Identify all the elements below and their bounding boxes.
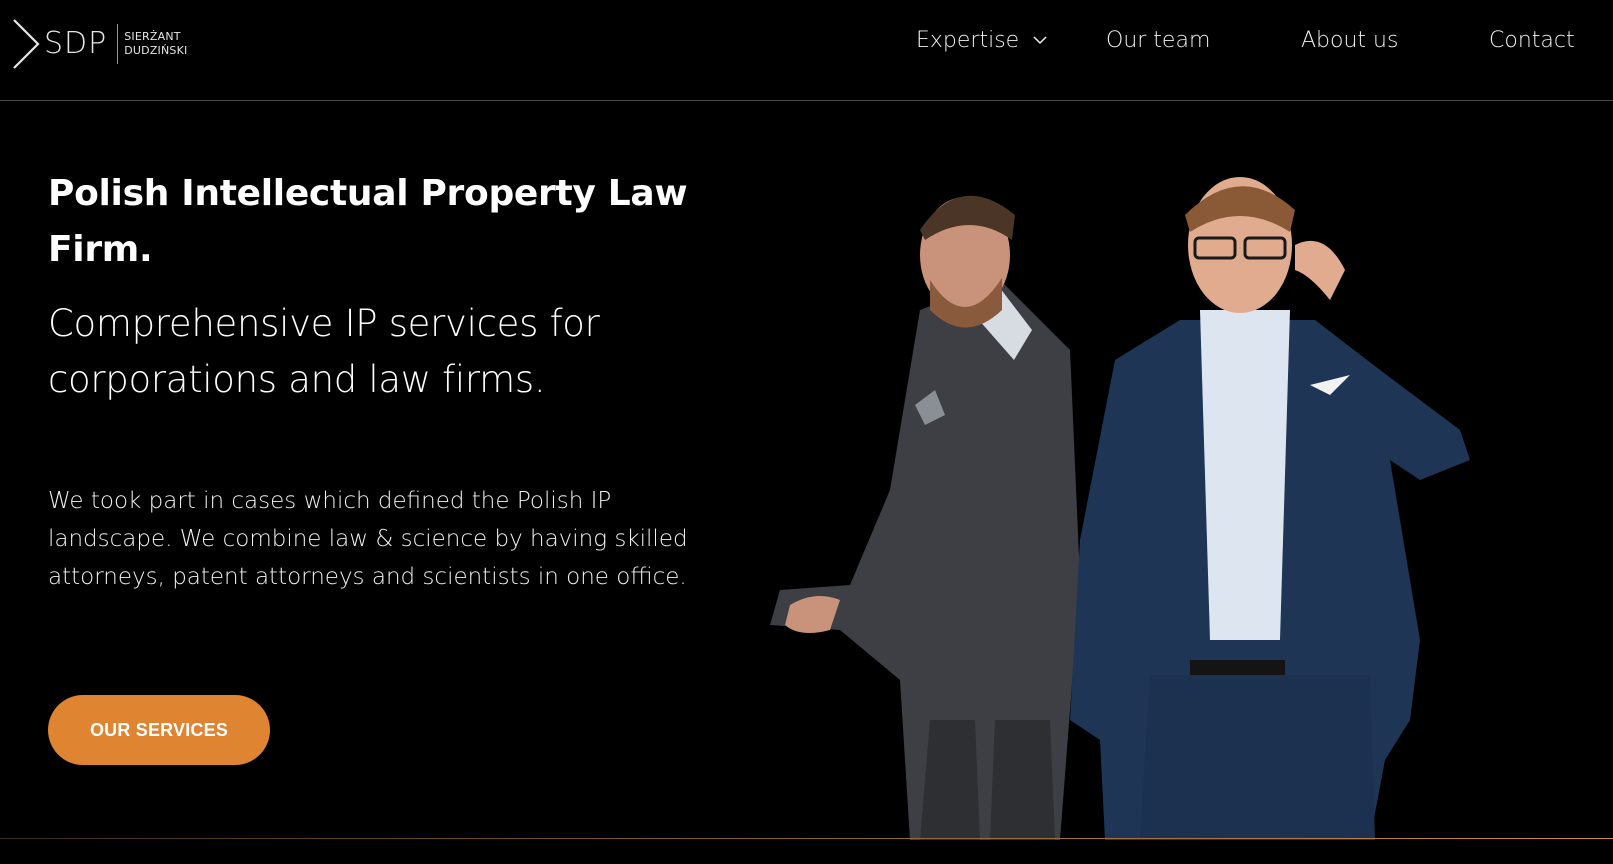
- logo-abbr: SDP: [44, 26, 108, 61]
- hero-title: Polish Intellectual Property Law Firm.: [48, 173, 688, 270]
- person-right: [1070, 177, 1470, 840]
- our-services-button[interactable]: OUR SERVICES: [48, 695, 270, 765]
- hero-body: We took part in cases which defined the …: [48, 488, 688, 590]
- page: SDP SIERŻANT DUDZIŃSKI Expertise Our tea…: [0, 0, 1613, 864]
- chevron-down-icon: [1033, 36, 1047, 45]
- nav-expertise-label: Expertise: [916, 27, 1020, 53]
- logo-separator: [117, 24, 119, 64]
- bottom-divider: [0, 838, 1613, 839]
- nav-item-contact[interactable]: Contact: [1489, 24, 1575, 56]
- team-photo: [770, 177, 1470, 840]
- site-header: SDP SIERŻANT DUDZIŃSKI Expertise Our tea…: [0, 0, 1613, 101]
- logo-chevron-icon: [13, 19, 40, 69]
- logo-name-line2: DUDZIŃSKI: [124, 44, 188, 57]
- logo-names: SIERŻANT DUDZIŃSKI: [124, 30, 187, 58]
- nav-item-expertise[interactable]: Expertise: [916, 24, 1049, 56]
- nav-item-our-team[interactable]: Our team: [1106, 24, 1210, 56]
- person-left: [770, 195, 1080, 840]
- logo-name-line1: SIERŻANT: [124, 30, 181, 43]
- hero-subtitle: Comprehensive IP services for corporatio…: [48, 302, 600, 401]
- nav-item-about-us[interactable]: About us: [1301, 24, 1398, 56]
- logo[interactable]: SDP SIERŻANT DUDZIŃSKI: [12, 18, 187, 70]
